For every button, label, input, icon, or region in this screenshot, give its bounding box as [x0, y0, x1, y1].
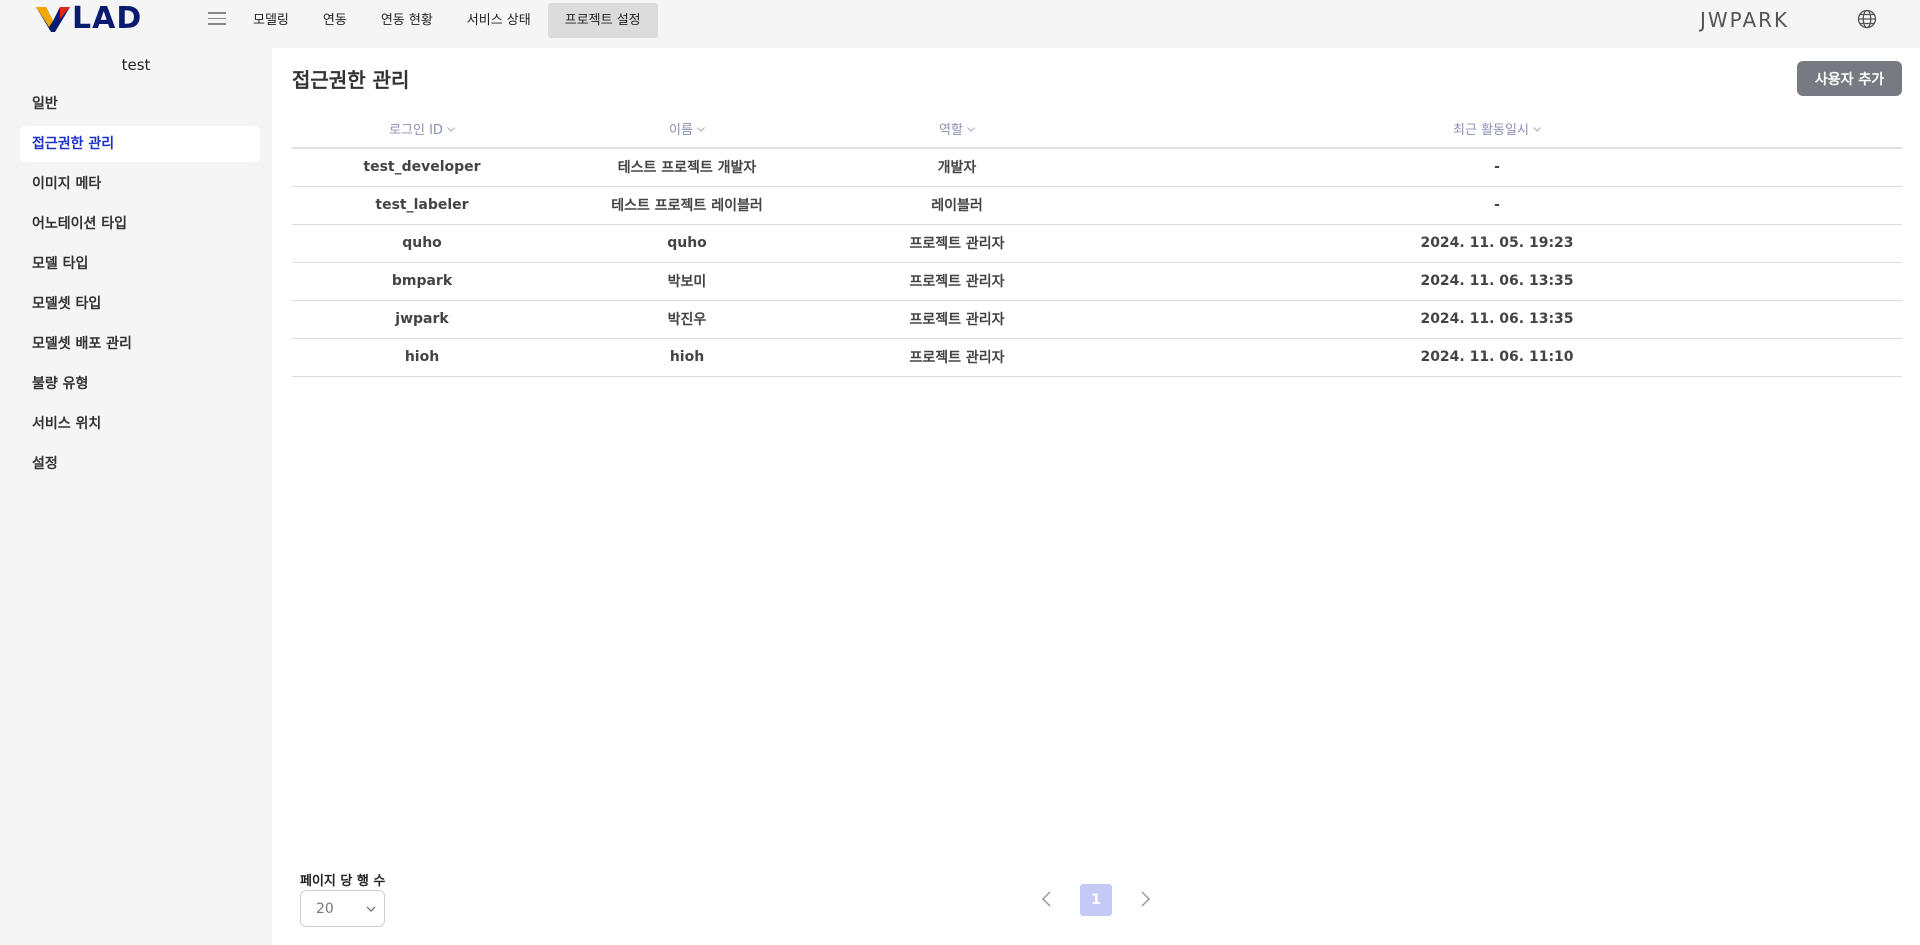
cell-role: 프로젝트 관리자: [822, 338, 1092, 377]
cell-role: 프로젝트 관리자: [822, 262, 1092, 301]
table-row[interactable]: jwpark 박진우 프로젝트 관리자 2024. 11. 06. 13:35: [292, 300, 1902, 339]
project-name: test: [121, 56, 151, 74]
logo[interactable]: LAD: [36, 4, 162, 34]
globe-icon[interactable]: [1857, 9, 1877, 29]
hamburger-menu-icon[interactable]: [208, 12, 226, 28]
nav-project-settings[interactable]: 프로젝트 설정: [547, 3, 658, 38]
rows-per-page-value: 20: [316, 901, 334, 917]
cell-name: 박보미: [552, 262, 822, 301]
cell-name: 테스트 프로젝트 레이블러: [552, 186, 822, 225]
table-row[interactable]: test_developer 테스트 프로젝트 개발자 개발자 -: [292, 148, 1902, 187]
rows-per-page-select[interactable]: 20: [300, 890, 385, 927]
cell-role: 프로젝트 관리자: [822, 300, 1092, 339]
cell-login-id: jwpark: [292, 300, 552, 339]
table-row[interactable]: hioh hioh 프로젝트 관리자 2024. 11. 06. 11:10: [292, 338, 1902, 377]
next-page-icon[interactable]: [1135, 889, 1155, 909]
column-name[interactable]: 이름: [552, 110, 822, 149]
column-last-activity[interactable]: 최근 활동일시: [1092, 110, 1902, 149]
chevron-down-icon: [447, 127, 455, 132]
cell-last-activity: 2024. 11. 05. 19:23: [1092, 224, 1902, 263]
cell-last-activity: 2024. 11. 06. 13:35: [1092, 300, 1902, 339]
page-button-current[interactable]: 1: [1080, 884, 1112, 916]
sidebar-item-general[interactable]: 일반: [20, 86, 260, 122]
column-label: 이름: [669, 123, 693, 138]
cell-login-id: test_developer: [292, 148, 552, 187]
cell-login-id: quho: [292, 224, 552, 263]
add-user-button[interactable]: 사용자 추가: [1797, 61, 1902, 96]
main-nav: 모델링 연동 연동 현황 서비스 상태 프로젝트 설정: [236, 3, 658, 38]
chevron-down-icon: [1533, 127, 1541, 132]
sidebar-item-annotation-type[interactable]: 어노테이션 타입: [20, 206, 260, 242]
sidebar-item-defect-type[interactable]: 불량 유형: [20, 366, 260, 402]
access-table: 로그인 ID 이름 역할 최근 활동일시 test_developer 테스트 …: [292, 110, 1902, 377]
cell-role: 개발자: [822, 148, 1092, 187]
nav-modeling[interactable]: 모델링: [236, 3, 306, 38]
table-row[interactable]: test_labeler 테스트 프로젝트 레이블러 레이블러 -: [292, 186, 1902, 225]
logo-text: LAD: [72, 1, 143, 36]
cell-name: hioh: [552, 338, 822, 377]
sidebar-item-settings[interactable]: 설정: [20, 446, 260, 482]
username[interactable]: JWPARK: [1700, 8, 1789, 32]
sidebar-item-access-management[interactable]: 접근권한 관리: [20, 126, 260, 162]
table-row[interactable]: quho quho 프로젝트 관리자 2024. 11. 05. 19:23: [292, 224, 1902, 263]
column-label: 로그인 ID: [389, 123, 443, 138]
sidebar-item-modelset-type[interactable]: 모델셋 타입: [20, 286, 260, 322]
cell-last-activity: 2024. 11. 06. 11:10: [1092, 338, 1902, 377]
cell-last-activity: -: [1092, 186, 1902, 225]
column-label: 역할: [939, 123, 963, 138]
nav-integration-status[interactable]: 연동 현황: [364, 3, 450, 38]
cell-role: 레이블러: [822, 186, 1092, 225]
top-bar: LAD 모델링 연동 연동 현황 서비스 상태 프로젝트 설정 JWPARK: [0, 0, 1920, 40]
cell-login-id: bmpark: [292, 262, 552, 301]
nav-service-status[interactable]: 서비스 상태: [450, 3, 548, 38]
chevron-down-icon: [697, 127, 705, 132]
column-login-id[interactable]: 로그인 ID: [292, 110, 552, 149]
prev-page-icon[interactable]: [1037, 889, 1057, 909]
logo-v-icon: [36, 5, 70, 33]
sidebar-item-model-type[interactable]: 모델 타입: [20, 246, 260, 282]
column-role[interactable]: 역할: [822, 110, 1092, 149]
sidebar-item-image-meta[interactable]: 이미지 메타: [20, 166, 260, 202]
cell-name: 테스트 프로젝트 개발자: [552, 148, 822, 187]
nav-integration[interactable]: 연동: [306, 3, 364, 38]
chevron-down-icon: [366, 906, 376, 912]
table-row[interactable]: bmpark 박보미 프로젝트 관리자 2024. 11. 06. 13:35: [292, 262, 1902, 301]
cell-last-activity: -: [1092, 148, 1902, 187]
chevron-down-icon: [967, 127, 975, 132]
cell-last-activity: 2024. 11. 06. 13:35: [1092, 262, 1902, 301]
cell-name: 박진우: [552, 300, 822, 339]
sidebar-menu: 일반 접근권한 관리 이미지 메타 어노테이션 타입 모델 타입 모델셋 타입 …: [20, 86, 260, 486]
sidebar: test 일반 접근권한 관리 이미지 메타 어노테이션 타입 모델 타입 모델…: [0, 40, 272, 945]
page-title: 접근권한 관리: [292, 68, 410, 92]
sidebar-item-service-location[interactable]: 서비스 위치: [20, 406, 260, 442]
cell-login-id: test_labeler: [292, 186, 552, 225]
sidebar-item-modelset-deploy[interactable]: 모델셋 배포 관리: [20, 326, 260, 362]
main-content: 접근권한 관리 사용자 추가 로그인 ID 이름 역할 최근 활동일시 test…: [272, 48, 1920, 945]
rows-per-page-label: 페이지 당 행 수: [300, 874, 386, 889]
cell-name: quho: [552, 224, 822, 263]
cell-role: 프로젝트 관리자: [822, 224, 1092, 263]
cell-login-id: hioh: [292, 338, 552, 377]
column-label: 최근 활동일시: [1453, 123, 1529, 138]
